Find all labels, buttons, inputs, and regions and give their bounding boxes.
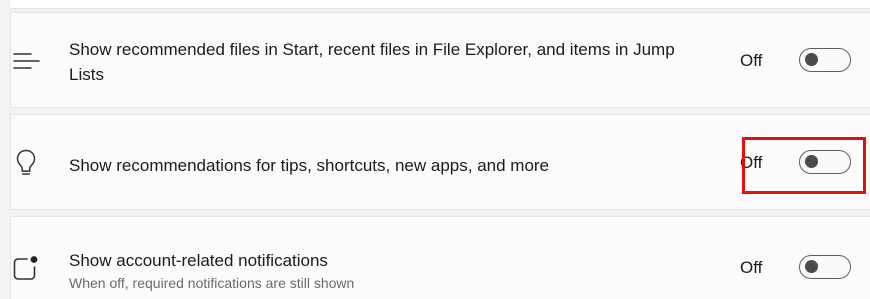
toggle-state-label: Off xyxy=(740,51,763,70)
setting-text: Show account-related notifications When … xyxy=(69,248,695,293)
toggle-knob xyxy=(805,260,818,273)
setting-row-recommended-files: Show recommended files in Start, recent … xyxy=(10,12,870,108)
toggle-knob xyxy=(805,155,818,168)
setting-title: Show recommendations for tips, shortcuts… xyxy=(69,156,550,175)
setting-text: Show recommendations for tips, shortcuts… xyxy=(69,153,695,178)
setting-subtitle: When off, required notifications are sti… xyxy=(69,275,355,291)
toggle-group: Off xyxy=(737,251,852,285)
toggle-state-label: Off xyxy=(740,153,763,172)
previous-row-edge xyxy=(10,0,870,9)
setting-text: Show recommended files in Start, recent … xyxy=(69,37,695,87)
recommended-files-toggle[interactable] xyxy=(799,48,851,72)
setting-row-recommendations: Show recommendations for tips, shortcuts… xyxy=(10,114,870,210)
setting-row-account-notifications: Show account-related notifications When … xyxy=(10,216,870,299)
toggle-knob xyxy=(805,53,818,66)
toggle-group: Off xyxy=(737,146,852,180)
toggle-group: Off xyxy=(737,44,852,78)
recommendations-toggle[interactable] xyxy=(799,150,851,174)
toggle-state-label: Off xyxy=(740,258,763,277)
lightbulb-icon xyxy=(16,149,36,175)
notification-badge-icon xyxy=(13,256,38,280)
account-notifications-toggle[interactable] xyxy=(799,255,851,279)
setting-title: Show recommended files in Start, recent … xyxy=(69,40,675,84)
setting-title: Show account-related notifications xyxy=(69,251,328,270)
list-lines-icon xyxy=(13,53,40,69)
